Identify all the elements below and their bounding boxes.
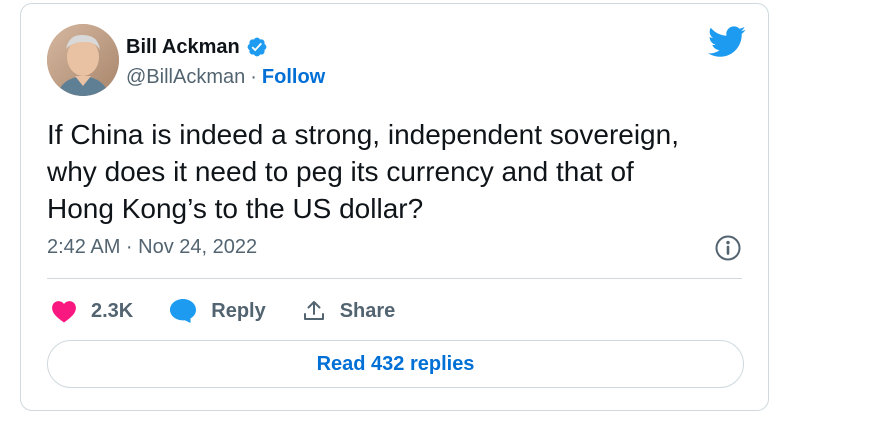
share-label: Share: [339, 299, 396, 322]
reply-button[interactable]: Reply: [169, 298, 266, 324]
avatar[interactable]: [47, 24, 119, 96]
reply-label: Reply: [211, 299, 266, 322]
dot-separator: ·: [250, 65, 257, 88]
heart-icon: [52, 301, 76, 323]
read-replies-button[interactable]: Read 432 replies: [47, 340, 744, 388]
share-upload-icon: [303, 301, 324, 320]
info-icon[interactable]: [714, 234, 742, 262]
tweet-text: If China is indeed a strong, independent…: [47, 119, 679, 224]
tweet-actions: 2.3K Reply Share: [51, 294, 431, 328]
author-handle[interactable]: @BillAckman: [126, 66, 245, 89]
cropped-caption-text: [20, 420, 875, 434]
speech-bubble-icon: [170, 299, 197, 323]
author-name-row: Bill Ackman: [126, 34, 268, 60]
page: Bill Ackman @BillAckman · Follow If Chin…: [0, 0, 875, 434]
tweet-timestamp[interactable]: 2:42 AM · Nov 24, 2022: [47, 236, 257, 259]
follow-button[interactable]: Follow: [262, 66, 325, 89]
divider: [47, 278, 742, 279]
like-count: 2.3K: [91, 299, 134, 322]
verified-badge-icon: [246, 36, 268, 58]
like-button[interactable]: 2.3K: [51, 299, 133, 323]
handle-row: @BillAckman · Follow: [126, 64, 325, 90]
avatar-image: [47, 24, 119, 96]
tweet-embed-card: Bill Ackman @BillAckman · Follow If Chin…: [20, 3, 769, 411]
twitter-bird-icon[interactable]: [708, 26, 746, 58]
author-name[interactable]: Bill Ackman: [126, 36, 240, 59]
share-button[interactable]: Share: [302, 299, 396, 323]
